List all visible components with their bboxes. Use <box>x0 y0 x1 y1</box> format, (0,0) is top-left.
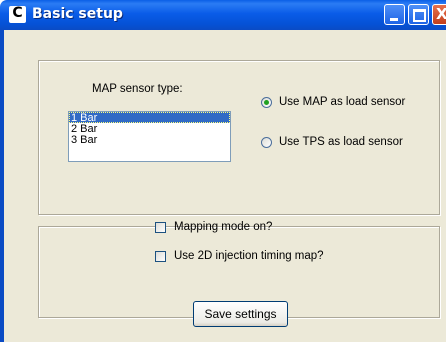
use-map-label[interactable]: Use MAP as load sensor <box>279 96 405 108</box>
minimize-button[interactable] <box>384 4 405 25</box>
use-tps-label[interactable]: Use TPS as load sensor <box>279 136 403 148</box>
title-bar[interactable]: C Basic setup X <box>0 0 446 30</box>
close-icon: X <box>436 5 446 23</box>
use-tps-radio[interactable] <box>261 137 272 148</box>
app-icon[interactable]: C <box>9 5 26 23</box>
use-2d-timing-map-checkbox[interactable] <box>155 251 166 262</box>
use-map-radio[interactable] <box>261 97 272 108</box>
mapping-mode-checkbox[interactable] <box>155 222 166 233</box>
maximize-button[interactable] <box>408 4 429 25</box>
list-item[interactable]: 2 Bar <box>69 123 230 135</box>
list-item[interactable]: 3 Bar <box>69 134 230 146</box>
use-2d-timing-map-label[interactable]: Use 2D injection timing map? <box>174 250 324 262</box>
dialog-client-area: MAP sensor type: <box>0 30 446 342</box>
close-button[interactable]: X <box>432 4 446 25</box>
save-settings-button[interactable]: Save settings <box>193 301 288 327</box>
app-icon-letter: C <box>12 5 23 21</box>
mapping-mode-label[interactable]: Mapping mode on? <box>174 221 272 233</box>
map-sensor-type-listbox[interactable]: 1 Bar 2 Bar 3 Bar <box>68 111 231 162</box>
window-title: Basic setup <box>32 6 123 22</box>
list-item[interactable]: 1 Bar <box>69 112 230 124</box>
map-sensor-type-label: MAP sensor type: <box>92 83 183 95</box>
window-left-border <box>0 30 4 342</box>
basic-setup-window: C Basic setup X MAP sensor type: 1 Bar 2… <box>0 0 446 342</box>
